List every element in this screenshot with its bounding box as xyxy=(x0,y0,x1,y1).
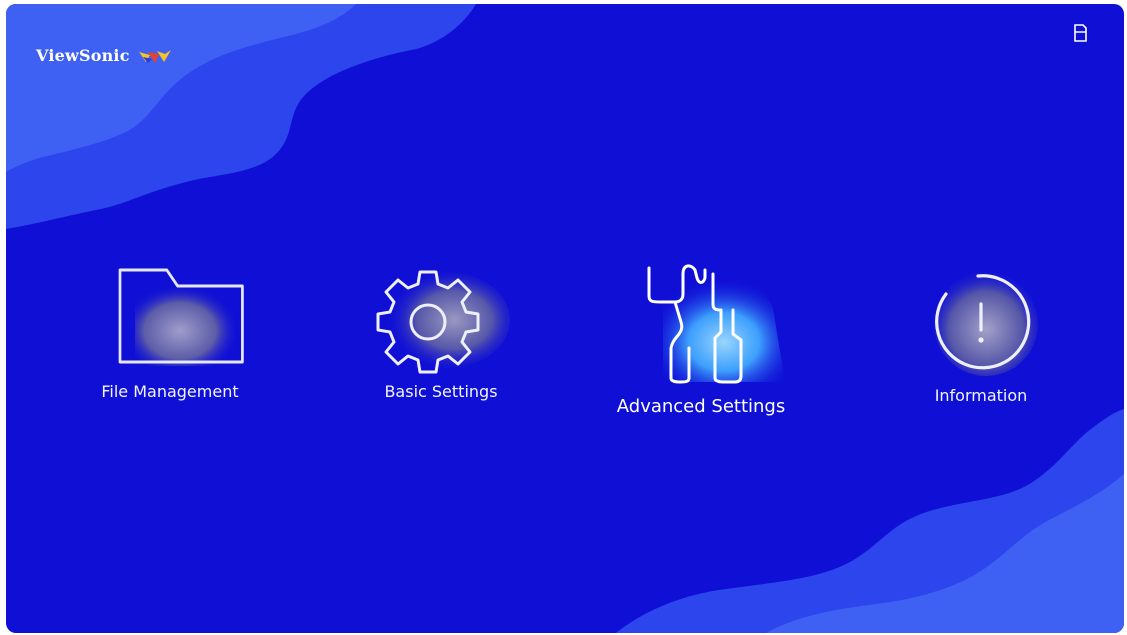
menu-item-information[interactable]: Information xyxy=(886,272,1076,405)
menu-label-file-management: File Management xyxy=(101,382,239,401)
gear-icon xyxy=(376,270,510,374)
menu-label-advanced-settings: Advanced Settings xyxy=(616,396,786,417)
brand-name: ViewSonic xyxy=(36,46,130,65)
wrench-tools-icon xyxy=(647,264,785,384)
menu-label-information: Information xyxy=(934,386,1028,405)
info-icon xyxy=(934,272,1038,376)
viewsonic-birds-icon xyxy=(138,49,171,63)
sd-card-icon xyxy=(1074,24,1087,42)
menu-item-file-management[interactable]: File Management xyxy=(70,266,270,401)
menu-label-basic-settings: Basic Settings xyxy=(384,382,498,401)
menu-item-advanced-settings[interactable]: Advanced Settings xyxy=(586,256,816,417)
launcher-screen: ViewSonic File Management Basic Settings… xyxy=(6,4,1124,633)
menu-item-basic-settings[interactable]: Basic Settings xyxy=(346,262,536,401)
folder-icon xyxy=(118,268,244,366)
brand-logo: ViewSonic xyxy=(36,46,172,65)
